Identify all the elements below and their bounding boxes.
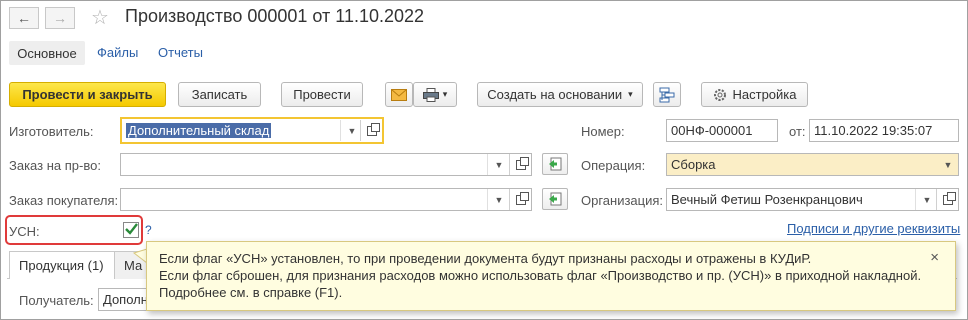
operation-value: Сборка <box>671 157 716 172</box>
manufacturer-field[interactable]: Дополнительный склад ▼ <box>120 117 384 144</box>
usn-checkbox[interactable] <box>123 222 139 238</box>
manufacturer-value: Дополнительный склад <box>126 123 272 138</box>
favorite-star-icon[interactable]: ☆ <box>91 5 109 30</box>
write-button[interactable]: Записать <box>178 82 261 107</box>
page-title: Производство 000001 от 11.10.2022 <box>125 6 425 26</box>
date-field[interactable]: 11.10.2022 19:35:07 <box>809 119 959 142</box>
manufacturer-label: Изготовитель: <box>9 124 94 139</box>
organization-label: Организация: <box>581 193 664 208</box>
usn-tooltip: Если флаг «УСН» установлен, то при прове… <box>146 241 956 311</box>
chevron-down-icon[interactable]: ▼ <box>937 154 959 175</box>
envelope-icon <box>391 88 407 101</box>
customer-order-label: Заказ покупателя: <box>9 193 119 208</box>
arrow-left-icon: ← <box>17 10 31 26</box>
forward-button[interactable]: → <box>45 7 75 29</box>
tab-reports[interactable]: Отчеты <box>158 45 203 60</box>
open-icon[interactable] <box>509 189 532 210</box>
tooltip-line-3: Подробнее см. в справке (F1). <box>159 285 343 300</box>
customer-order-field[interactable]: ▼ <box>120 188 532 211</box>
gear-icon <box>713 88 726 101</box>
chevron-down-icon[interactable]: ▼ <box>487 154 510 175</box>
chevron-down-icon[interactable]: ▼ <box>915 189 938 210</box>
create-based-on-button[interactable]: Создать на основании ▾ <box>477 82 643 107</box>
back-button[interactable]: ← <box>9 7 39 29</box>
close-icon[interactable]: × <box>930 249 939 266</box>
fill-icon <box>549 192 562 206</box>
create-based-on-label: Создать на основании <box>487 87 623 102</box>
usn-help-icon[interactable]: ? <box>145 223 152 237</box>
date-label: от: <box>789 124 806 139</box>
tab-products[interactable]: Продукция (1) <box>9 251 115 279</box>
settings-label: Настройка <box>732 87 797 102</box>
operation-field[interactable]: Сборка ▼ <box>666 153 959 176</box>
post-and-close-button[interactable]: Провести и закрыть <box>9 82 166 107</box>
tooltip-line-1: Если флаг «УСН» установлен, то при прове… <box>159 251 812 266</box>
arrow-right-icon: → <box>53 10 67 26</box>
structure-button[interactable] <box>653 82 681 107</box>
date-value: 11.10.2022 19:35:07 <box>814 123 933 138</box>
open-icon[interactable] <box>509 154 532 175</box>
organization-value: Вечный Фетиш Розенкранцович <box>671 192 863 207</box>
settings-button[interactable]: Настройка <box>701 82 808 107</box>
print-button[interactable]: ▾ <box>413 82 457 107</box>
tab-main[interactable]: Основное <box>9 41 85 65</box>
production-order-field[interactable]: ▼ <box>120 153 532 176</box>
post-button[interactable]: Провести <box>281 82 363 107</box>
tab-files[interactable]: Файлы <box>97 45 138 60</box>
email-button[interactable] <box>385 82 413 107</box>
hierarchy-icon <box>659 87 675 102</box>
number-value: 00НФ-000001 <box>671 123 753 138</box>
recipient-value: Дополн <box>103 292 148 307</box>
fill-customer-order-button[interactable] <box>542 188 568 210</box>
checkmark-icon <box>125 223 138 235</box>
signatures-link[interactable]: Подписи и другие реквизиты <box>787 221 960 236</box>
open-icon[interactable] <box>936 189 959 210</box>
chevron-down-icon: ▾ <box>442 89 448 99</box>
recipient-label: Получатель: <box>19 293 94 308</box>
printer-icon <box>422 87 439 102</box>
fill-icon <box>549 157 562 171</box>
usn-label: УСН: <box>9 224 40 239</box>
tooltip-line-2: Если флаг сброшен, для признания расходо… <box>159 268 922 283</box>
organization-field[interactable]: Вечный Фетиш Розенкранцович ▼ <box>666 188 959 211</box>
number-label: Номер: <box>581 124 625 139</box>
open-icon[interactable] <box>360 120 383 141</box>
production-order-label: Заказ на пр-во: <box>9 158 101 173</box>
number-field[interactable]: 00НФ-000001 <box>666 119 778 142</box>
operation-label: Операция: <box>581 158 646 173</box>
chevron-down-icon[interactable]: ▼ <box>487 189 510 210</box>
chevron-down-icon: ▾ <box>628 89 633 99</box>
document-window: ← → ☆ Производство 000001 от 11.10.2022 … <box>0 0 968 320</box>
fill-production-order-button[interactable] <box>542 153 568 175</box>
